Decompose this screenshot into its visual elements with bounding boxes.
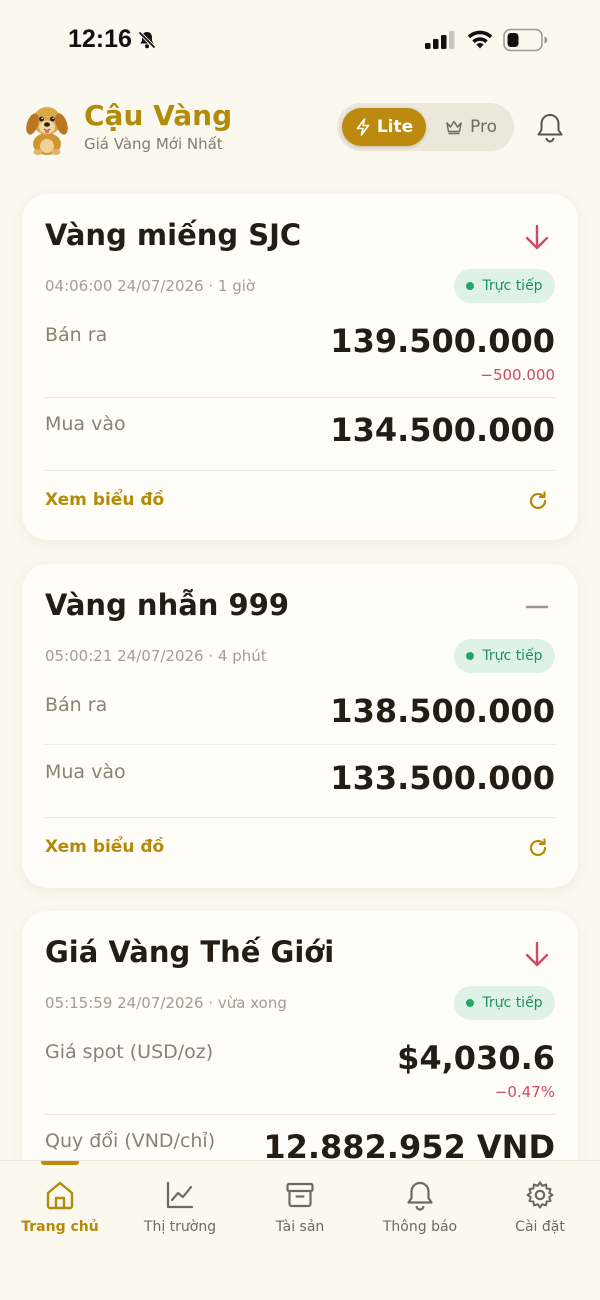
archive-icon — [286, 1182, 314, 1208]
nav-label-assets: Tài sản — [275, 1219, 325, 1235]
update-timestamp: 04:06:00 24/07/2026 · 1 giờ — [45, 277, 256, 295]
sell-price: 138.500.000 — [330, 692, 555, 730]
update-timestamp: 05:00:21 24/07/2026 · 4 phút — [45, 647, 267, 665]
signal-icon — [425, 31, 455, 49]
notifications-bell-icon[interactable] — [535, 112, 565, 144]
divider — [45, 1114, 555, 1115]
live-badge-label: Trực tiếp — [482, 278, 543, 294]
lightning-icon — [356, 118, 370, 136]
spot-label: Giá spot (USD/oz) — [45, 1041, 214, 1063]
gear-icon — [526, 1181, 554, 1209]
card-title: Vàng miếng SJC — [45, 218, 302, 252]
divider — [45, 817, 555, 818]
refresh-icon[interactable] — [527, 490, 549, 512]
app-header: Cậu Vàng Giá Vàng Mới Nhất Lite Pro — [0, 95, 600, 165]
bell-icon — [407, 1181, 433, 1211]
live-badge: Trực tiếp — [454, 269, 555, 303]
down-arrow-icon — [525, 941, 549, 967]
app-title: Cậu Vàng — [84, 99, 233, 132]
nav-item-notifications[interactable]: Thông báo — [360, 1179, 480, 1235]
buy-price: 133.500.000 — [330, 759, 555, 797]
status-time: 12:16 — [68, 25, 132, 53]
live-badge: Trực tiếp — [454, 986, 555, 1020]
flat-dash-icon — [525, 605, 549, 609]
sell-change: −500.000 — [480, 366, 555, 384]
bottom-nav: Trang chủ Thị trường Tài sản Thông báo C… — [0, 1160, 600, 1300]
nav-label-notifications: Thông báo — [382, 1219, 458, 1235]
buy-label: Mua vào — [45, 761, 126, 783]
nav-item-settings[interactable]: Cài đặt — [480, 1179, 600, 1235]
spot-change: −0.47% — [494, 1083, 555, 1101]
live-dot-icon — [466, 652, 475, 660]
sjc-gold-card: Vàng miếng SJC 04:06:00 24/07/2026 · 1 g… — [22, 194, 578, 540]
live-badge-label: Trực tiếp — [482, 995, 543, 1011]
down-arrow-icon — [525, 224, 549, 250]
nav-label-settings: Cài đặt — [515, 1219, 565, 1235]
card-title: Giá Vàng Thế Giới — [45, 935, 335, 969]
view-chart-link[interactable]: Xem biểu đồ — [45, 490, 164, 510]
wifi-icon — [467, 30, 493, 49]
golden-dog-logo — [26, 107, 68, 155]
view-chart-link[interactable]: Xem biểu đồ — [45, 837, 164, 857]
nav-item-home[interactable]: Trang chủ — [0, 1179, 120, 1235]
app-screen: 12:16 Cậu Vàng Giá Vàng Mới Nhất Lite Pr… — [0, 0, 600, 1300]
pro-mode-button[interactable]: Pro — [433, 108, 509, 146]
pro-mode-label: Pro — [470, 117, 497, 137]
ring-gold-card: Vàng nhẫn 999 05:00:21 24/07/2026 · 4 ph… — [22, 564, 578, 888]
home-icon — [46, 1181, 74, 1210]
divider — [45, 470, 555, 471]
active-tab-indicator — [41, 1161, 79, 1165]
live-badge-label: Trực tiếp — [482, 648, 543, 664]
divider — [45, 397, 555, 398]
convert-label: Quy đổi (VND/chỉ) — [45, 1130, 216, 1152]
app-subtitle: Giá Vàng Mới Nhất — [84, 135, 223, 153]
status-bar: 12:16 — [0, 0, 600, 80]
sell-label: Bán ra — [45, 324, 108, 346]
nav-label-home: Trang chủ — [21, 1219, 99, 1235]
live-dot-icon — [466, 999, 475, 1007]
battery-icon — [503, 28, 548, 52]
crown-icon — [446, 120, 462, 135]
sell-label: Bán ra — [45, 694, 108, 716]
nav-item-market[interactable]: Thị trường — [120, 1179, 240, 1235]
card-title: Vàng nhẫn 999 — [45, 588, 290, 622]
sell-price: 139.500.000 — [330, 322, 555, 360]
lite-mode-label: Lite — [376, 117, 414, 137]
nav-item-assets[interactable]: Tài sản — [240, 1179, 360, 1235]
divider — [45, 744, 555, 745]
buy-label: Mua vào — [45, 413, 126, 435]
refresh-icon[interactable] — [527, 837, 549, 859]
live-badge: Trực tiếp — [454, 639, 555, 673]
nav-label-market: Thị trường — [143, 1219, 217, 1235]
bell-slash-icon — [138, 31, 156, 49]
lite-mode-button[interactable]: Lite — [342, 108, 426, 146]
buy-price: 134.500.000 — [330, 411, 555, 449]
update-timestamp: 05:15:59 24/07/2026 · vừa xong — [45, 994, 287, 1012]
chart-icon — [166, 1181, 194, 1209]
spot-price: $4,030.6 — [397, 1039, 555, 1077]
live-dot-icon — [466, 282, 475, 290]
mode-toggle: Lite Pro — [337, 103, 514, 151]
